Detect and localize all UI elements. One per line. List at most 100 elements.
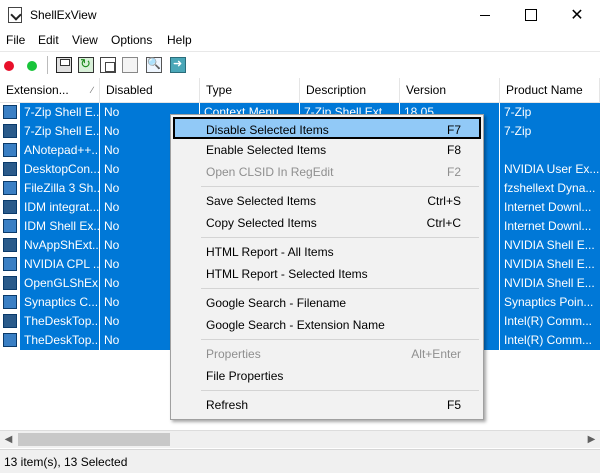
menu-item-label: Save Selected Items (206, 194, 317, 208)
sort-ascending-icon: ∕ (91, 85, 93, 95)
horizontal-scrollbar[interactable]: ◀ ▶ (0, 430, 600, 448)
cell-name: DesktopCon... (20, 160, 99, 179)
menu-item-label: Enable Selected Items (206, 143, 327, 157)
extension-file-icon (3, 238, 17, 252)
column-header-label: Extension... (6, 83, 69, 97)
menu-item-html-report-selected-items[interactable]: HTML Report - Selected Items (173, 263, 481, 285)
menu-item-file-properties[interactable]: File Properties (173, 365, 481, 387)
menu-item-google-search-extension-name[interactable]: Google Search - Extension Name (173, 314, 481, 336)
column-header-type[interactable]: Type (200, 78, 300, 102)
minimize-icon (480, 14, 490, 16)
menu-item-label: Properties (206, 347, 261, 361)
toolbar-separator (47, 56, 48, 74)
extension-file-icon (3, 314, 17, 328)
menu-item-label: HTML Report - Selected Items (206, 267, 368, 281)
cell-product (500, 141, 600, 160)
cell-product: Intel(R) Comm... (500, 331, 600, 350)
maximize-icon (525, 9, 537, 21)
cell-name: 7-Zip Shell E... (20, 122, 99, 141)
cell-product: NVIDIA Shell E... (500, 274, 600, 293)
maximize-button[interactable] (508, 0, 554, 30)
close-icon: ✕ (570, 7, 584, 24)
menu-item-html-report-all-items[interactable]: HTML Report - All Items (173, 241, 481, 263)
menu-item-shortcut: Ctrl+C (426, 216, 461, 230)
cell-name: TheDeskTop... (20, 331, 99, 350)
menu-item-refresh[interactable]: Refresh F5 (173, 394, 481, 416)
minimize-button[interactable] (462, 0, 508, 30)
menu-item-shortcut: F7 (446, 123, 461, 137)
close-button[interactable]: ✕ (554, 0, 600, 30)
menu-item-copy-selected-items[interactable]: Copy Selected Items Ctrl+C (173, 212, 481, 234)
cell-name: IDM Shell Ex... (20, 217, 99, 236)
list-header: Extension... ∕ Disabled Type Description… (0, 78, 600, 103)
menu-help[interactable]: Help (167, 33, 192, 47)
menu-file[interactable]: File (6, 33, 25, 47)
toolbar (0, 51, 600, 78)
column-header-disabled[interactable]: Disabled (100, 78, 200, 102)
menu-item-google-search-filename[interactable]: Google Search - Filename (173, 292, 481, 314)
column-header-product[interactable]: Product Name (500, 78, 600, 102)
extension-file-icon (3, 162, 17, 176)
save-icon[interactable] (56, 57, 72, 73)
status-text: 13 item(s), 13 Selected (4, 455, 128, 469)
column-header-label: Disabled (106, 83, 153, 97)
extension-file-icon (3, 219, 17, 233)
cell-product: Intel(R) Comm... (500, 312, 600, 331)
menu-item-label: File Properties (206, 369, 284, 383)
cell-name: FileZilla 3 Sh... (20, 179, 99, 198)
exit-icon[interactable] (170, 57, 186, 73)
extension-file-icon (3, 200, 17, 214)
cell-product: 7-Zip (500, 122, 600, 141)
column-header-description[interactable]: Description (300, 78, 400, 102)
extension-file-icon (3, 276, 17, 290)
menu-bar: File Edit View Options Help (0, 30, 600, 50)
disable-items-icon[interactable] (4, 61, 14, 71)
menu-item-label: Disable Selected Items (206, 123, 329, 137)
menu-item-label: HTML Report - All Items (206, 245, 334, 259)
cell-product: Internet Downl... (500, 217, 600, 236)
scrollbar-thumb[interactable] (18, 433, 170, 446)
column-header-label: Description (306, 83, 367, 97)
window-title: ShellExView (30, 8, 97, 22)
cell-product: NVIDIA User Ex... (500, 160, 600, 179)
menu-separator (201, 390, 479, 391)
cell-product: 7-Zip (500, 103, 600, 122)
cell-name: OpenGLShEx... (20, 274, 99, 293)
enable-items-icon[interactable] (27, 61, 37, 71)
extension-file-icon (3, 295, 17, 309)
scroll-right-icon[interactable]: ▶ (583, 431, 600, 448)
context-menu: Disable Selected Items F7 Enable Selected … (170, 114, 484, 420)
cell-name: NvAppShExt... (20, 236, 99, 255)
extension-file-icon (3, 257, 17, 271)
cell-name: ANotepad++... (20, 141, 99, 160)
menu-separator (201, 339, 479, 340)
menu-item-open-clsid-in-regedit: Open CLSID In RegEdit F2 (173, 161, 481, 183)
status-bar: 13 item(s), 13 Selected (0, 449, 600, 473)
cell-product: Internet Downl... (500, 198, 600, 217)
menu-item-label: Refresh (206, 398, 249, 412)
menu-item-label: Google Search - Filename (206, 296, 347, 310)
menu-item-save-selected-items[interactable]: Save Selected Items Ctrl+S (173, 190, 481, 212)
menu-separator (201, 237, 479, 238)
refresh-icon[interactable] (78, 56, 94, 73)
extension-file-icon (3, 143, 17, 157)
find-icon[interactable] (146, 57, 162, 73)
menu-options[interactable]: Options (111, 33, 152, 47)
column-header-extension[interactable]: Extension... ∕ (0, 78, 100, 102)
menu-item-enable-selected-items[interactable]: Enable Selected Items F8 (173, 139, 481, 161)
properties-icon[interactable] (122, 57, 138, 73)
extension-file-icon (3, 181, 17, 195)
column-header-version[interactable]: Version (400, 78, 500, 102)
menu-edit[interactable]: Edit (38, 33, 59, 47)
menu-item-shortcut: F5 (446, 398, 461, 412)
menu-item-disable-selected-items[interactable]: Disable Selected Items F7 (173, 117, 481, 139)
menu-separator (201, 288, 479, 289)
menu-view[interactable]: View (72, 33, 98, 47)
cell-name: TheDeskTop... (20, 312, 99, 331)
menu-item-shortcut: F2 (446, 165, 461, 179)
cell-name: NVIDIA CPL ... (20, 255, 99, 274)
scroll-left-icon[interactable]: ◀ (0, 431, 17, 448)
menu-separator (201, 186, 479, 187)
cell-name: 7-Zip Shell E... (20, 103, 99, 122)
copy-icon[interactable] (100, 57, 116, 73)
